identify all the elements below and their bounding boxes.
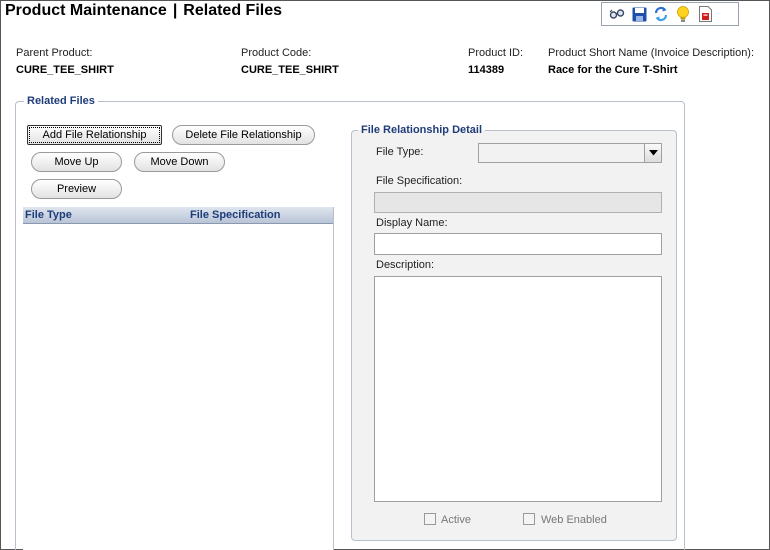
related-files-grid-body[interactable] <box>23 224 333 550</box>
file-type-label: File Type: <box>376 146 424 158</box>
active-label: Active <box>441 514 471 526</box>
toolbar <box>601 2 739 26</box>
column-header-file-type[interactable]: File Type <box>25 209 72 221</box>
short-name-label: Product Short Name (Invoice Description)… <box>548 47 755 59</box>
save-icon[interactable] <box>630 5 648 23</box>
related-files-grid-header: File Type File Specification <box>23 207 333 224</box>
page-title-sub: Related Files <box>183 2 282 19</box>
lightbulb-icon[interactable] <box>674 5 692 23</box>
preview-button[interactable]: Preview <box>31 179 122 199</box>
description-textarea[interactable] <box>374 276 662 502</box>
parent-product-value: CURE_TEE_SHIRT <box>16 64 114 76</box>
page-title: Product Maintenance | Related Files <box>5 2 282 20</box>
pdf-report-icon[interactable] <box>696 5 714 23</box>
file-specification-label: File Specification: <box>376 175 463 187</box>
file-type-select[interactable] <box>478 143 662 163</box>
grid-divider <box>333 207 334 550</box>
move-up-button[interactable]: Move Up <box>31 152 122 172</box>
product-code-value: CURE_TEE_SHIRT <box>241 64 339 76</box>
product-code-label: Product Code: <box>241 47 312 59</box>
product-id-value: 114389 <box>468 64 505 76</box>
web-enabled-checkbox[interactable] <box>523 513 535 525</box>
related-files-legend: Related Files <box>24 95 98 107</box>
delete-file-relationship-button[interactable]: Delete File Relationship <box>172 125 315 145</box>
display-name-field[interactable] <box>374 233 662 255</box>
file-specification-field <box>374 192 662 213</box>
description-label: Description: <box>376 259 435 271</box>
web-enabled-label: Web Enabled <box>541 514 607 526</box>
active-checkbox[interactable] <box>424 513 436 525</box>
page-title-separator: | <box>172 2 178 19</box>
short-name-value: Race for the Cure T-Shirt <box>548 64 678 76</box>
add-file-relationship-button[interactable]: Add File Relationship <box>27 125 162 145</box>
file-relationship-detail-legend: File Relationship Detail <box>358 124 486 136</box>
product-id-label: Product ID: <box>468 47 524 59</box>
parent-product-label: Parent Product: <box>16 47 93 59</box>
move-down-button[interactable]: Move Down <box>134 152 225 172</box>
dropdown-arrow-icon[interactable] <box>644 144 661 162</box>
refresh-icon[interactable] <box>652 5 670 23</box>
glasses-icon[interactable] <box>608 5 626 23</box>
page-title-main: Product Maintenance <box>5 2 167 19</box>
display-name-label: Display Name: <box>376 217 448 229</box>
column-header-file-specification[interactable]: File Specification <box>190 209 280 221</box>
